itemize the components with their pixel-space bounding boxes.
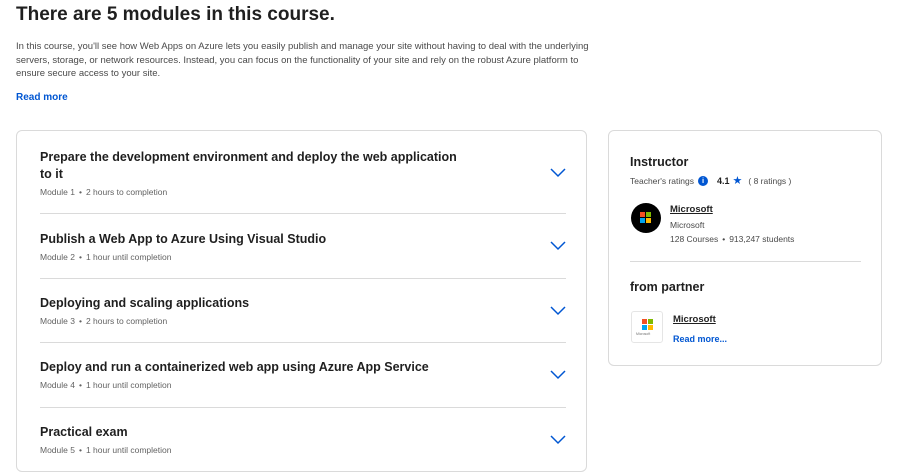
module-meta: Module 2 • 1 hour until completion [40, 252, 566, 262]
module-number: Module 5 [40, 445, 75, 455]
module-number: Module 3 [40, 316, 75, 326]
microsoft-logo-icon [642, 319, 653, 330]
module-meta: Module 4 • 1 hour until completion [40, 380, 566, 390]
ratings-label: Teacher's ratings [630, 175, 694, 186]
courses-count: 128 Courses [670, 234, 719, 244]
info-icon[interactable]: i [698, 175, 708, 186]
partner-read-more-link[interactable]: Read more... [673, 334, 727, 344]
partner-logo-text: Microsoft [636, 332, 651, 336]
module-duration: 2 hours to completion [85, 316, 168, 326]
instructor-card: Instructor Teacher's ratings i 4.1 ★ ( 8… [608, 130, 882, 366]
module-divider [40, 213, 566, 214]
instructor-org: Microsoft [670, 220, 705, 230]
modules-list: Prepare the development environment and … [16, 130, 587, 472]
module-title: Deploying and scaling applications [40, 296, 250, 310]
instructor-rating: Teacher's ratings i 4.1 ★ ( 8 ratings ) [630, 174, 791, 187]
card-divider [630, 261, 861, 262]
module-meta: Module 5 • 1 hour until completion [40, 445, 566, 455]
chevron-down-icon[interactable] [550, 306, 566, 316]
rating-count: ( 8 ratings ) [748, 175, 792, 186]
meta-separator: • [78, 316, 82, 326]
module-number: Module 4 [40, 380, 75, 390]
module-title: Practical exam [40, 425, 128, 439]
module-title: Deploy and run a containerized web app u… [40, 360, 429, 374]
module-item-3[interactable]: Deploying and scaling applications Modul… [40, 295, 566, 326]
module-divider [40, 407, 566, 408]
section-title: There are 5 modules in this course. [16, 4, 335, 25]
instructor-heading: Instructor [630, 155, 689, 169]
stats-separator: • [722, 234, 726, 244]
chevron-down-icon[interactable] [550, 370, 566, 380]
module-meta: Module 3 • 2 hours to completion [40, 316, 566, 326]
module-meta: Module 1 • 2 hours to completion [40, 187, 566, 197]
instructor-name-link[interactable]: Microsoft [670, 204, 713, 215]
instructor-stats: 128 Courses • 913,247 students [670, 234, 794, 244]
rating-value: 4.1 [717, 175, 730, 186]
module-duration: 1 hour until completion [85, 380, 172, 390]
partner-logo[interactable]: Microsoft [631, 311, 663, 343]
module-divider [40, 342, 566, 343]
instructor-avatar[interactable] [631, 203, 661, 233]
read-more-link[interactable]: Read more [16, 92, 68, 103]
module-item-1[interactable]: Prepare the development environment and … [40, 149, 566, 197]
module-title: Prepare the development environment and … [40, 150, 457, 181]
module-duration: 2 hours to completion [85, 187, 168, 197]
chevron-down-icon[interactable] [550, 435, 566, 445]
partner-name-link[interactable]: Microsoft [673, 314, 716, 325]
module-item-4[interactable]: Deploy and run a containerized web app u… [40, 359, 566, 390]
module-number: Module 2 [40, 252, 75, 262]
students-count: 913,247 students [729, 234, 795, 244]
microsoft-logo-icon [640, 212, 651, 223]
module-duration: 1 hour until completion [85, 252, 172, 262]
chevron-down-icon[interactable] [550, 168, 566, 178]
partner-heading: from partner [630, 280, 705, 294]
module-item-2[interactable]: Publish a Web App to Azure Using Visual … [40, 231, 566, 262]
star-icon: ★ [732, 175, 743, 187]
module-number: Module 1 [40, 187, 75, 197]
meta-separator: • [78, 252, 82, 262]
meta-separator: • [78, 187, 82, 197]
chevron-down-icon[interactable] [550, 241, 566, 251]
module-divider [40, 278, 566, 279]
module-duration: 1 hour until completion [85, 445, 172, 455]
module-item-5[interactable]: Practical exam Module 5 • 1 hour until com… [40, 424, 566, 455]
module-title: Publish a Web App to Azure Using Visual … [40, 232, 327, 246]
meta-separator: • [78, 380, 82, 390]
course-description: In this course, you'll see how Web Apps … [16, 41, 589, 79]
meta-separator: • [78, 445, 82, 455]
